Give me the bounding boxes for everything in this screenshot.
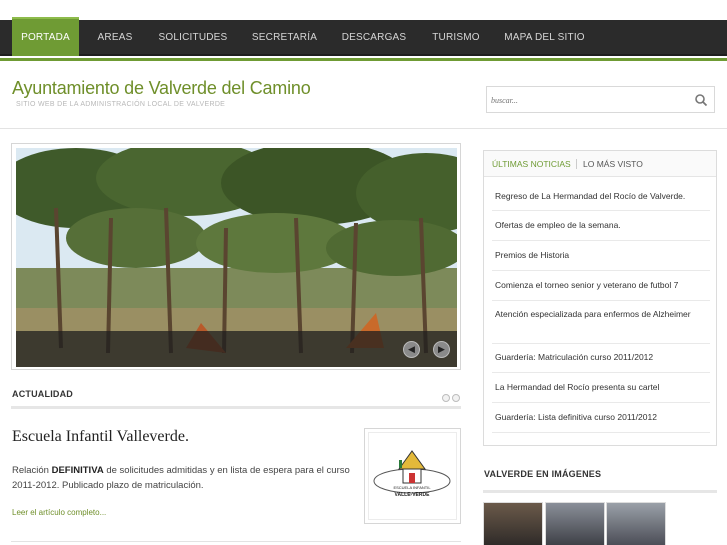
post-bottom-rule (11, 541, 461, 542)
news-divider (492, 432, 710, 433)
actualidad-rule (11, 406, 461, 409)
arrow-left-icon: ◀ (408, 344, 415, 354)
image-slider: ◀ ▶ (11, 143, 461, 370)
logo-text-2: VALLE-VERDE (395, 492, 431, 498)
logo-text-1: ESCUELA INFANTIL (393, 485, 431, 490)
news-item[interactable]: Guardería: Lista definitiva curso 2011/2… (495, 410, 709, 424)
gallery-heading: VALVERDE EN IMÁGENES (484, 469, 602, 479)
tab-ultimas-noticias[interactable]: ÚLTIMAS NOTICIAS (492, 159, 571, 169)
gallery-image[interactable] (606, 502, 666, 545)
nav-item-mapa-del-sitio[interactable]: MAPA DEL SITIO (500, 20, 589, 56)
post-body: Relación DEFINITIVA de solicitudes admit… (12, 463, 362, 493)
tab-lo-mas-visto[interactable]: LO MÁS VISTO (583, 159, 643, 169)
nav-underline (0, 58, 727, 61)
gallery-rule (483, 490, 717, 493)
news-item[interactable]: Comienza el torneo senior y veterano de … (495, 278, 709, 292)
site-subtitle: SITIO WEB DE LA ADMINISTRACIÓN LOCAL DE … (16, 101, 226, 108)
nav-item-areas[interactable]: AREAS (90, 20, 140, 56)
slider-prev-button[interactable]: ◀ (403, 341, 420, 358)
news-item[interactable]: Ofertas de empleo de la semana. (495, 218, 709, 232)
nav-item-solicitudes[interactable]: SOLICITUDES (155, 20, 231, 56)
carousel-dot-1[interactable] (442, 394, 450, 402)
read-more-link[interactable]: Leer el artículo completo... (12, 508, 106, 517)
search-icon[interactable] (694, 93, 708, 107)
news-tabs-box: ÚLTIMAS NOTICIAS LO MÁS VISTO Regreso de… (483, 150, 717, 446)
news-item[interactable]: La Hermandad del Rocío presenta su carte… (495, 380, 709, 394)
header-divider (0, 128, 727, 129)
slider-caption-bar (16, 331, 457, 367)
news-divider (492, 343, 710, 344)
actualidad-heading: ACTUALIDAD (12, 389, 73, 399)
escuela-infantil-logo: ESCUELA INFANTIL VALLE-VERDE (368, 432, 457, 520)
nav-item-portada[interactable]: PORTADA (12, 17, 79, 56)
search-box (486, 86, 715, 113)
top-band (0, 0, 727, 20)
post-body-bold: DEFINITIVA (51, 465, 104, 476)
tab-separator (576, 159, 577, 169)
news-item[interactable]: Atención especializada para enfermos de … (495, 307, 709, 321)
news-divider (492, 270, 710, 271)
arrow-right-icon: ▶ (438, 344, 445, 354)
news-divider (492, 372, 710, 373)
post-title[interactable]: Escuela Infantil Valleverde. (12, 428, 189, 446)
news-item[interactable]: Regreso de La Hermandad del Rocío de Val… (495, 189, 709, 203)
news-item[interactable]: Guardería: Matriculación curso 2011/2012 (495, 350, 709, 364)
news-divider (492, 402, 710, 403)
school-logo-illustration: ESCUELA INFANTIL VALLE-VERDE (373, 450, 451, 498)
news-divider (492, 210, 710, 211)
carousel-dot-2[interactable] (452, 394, 460, 402)
post-body-prefix: Relación (12, 465, 52, 476)
news-item[interactable]: Premios de Historia (495, 248, 709, 262)
main-nav: PORTADA AREAS SOLICITUDES SECRETARÍA DES… (0, 17, 727, 56)
news-divider (492, 300, 710, 301)
nav-item-turismo[interactable]: TURISMO (427, 20, 485, 56)
gallery-image[interactable] (545, 502, 605, 545)
post-thumbnail[interactable]: ESCUELA INFANTIL VALLE-VERDE (364, 428, 461, 524)
site-title[interactable]: Ayuntamiento de Valverde del Camino (12, 78, 311, 99)
nav-item-descargas[interactable]: DESCARGAS (337, 20, 411, 56)
gallery-image[interactable] (483, 502, 543, 545)
news-divider (492, 240, 710, 241)
news-tabs: ÚLTIMAS NOTICIAS LO MÁS VISTO (484, 151, 716, 177)
slider-next-button[interactable]: ▶ (433, 341, 450, 358)
nav-item-secretaria[interactable]: SECRETARÍA (246, 20, 323, 56)
search-input[interactable] (491, 92, 686, 108)
